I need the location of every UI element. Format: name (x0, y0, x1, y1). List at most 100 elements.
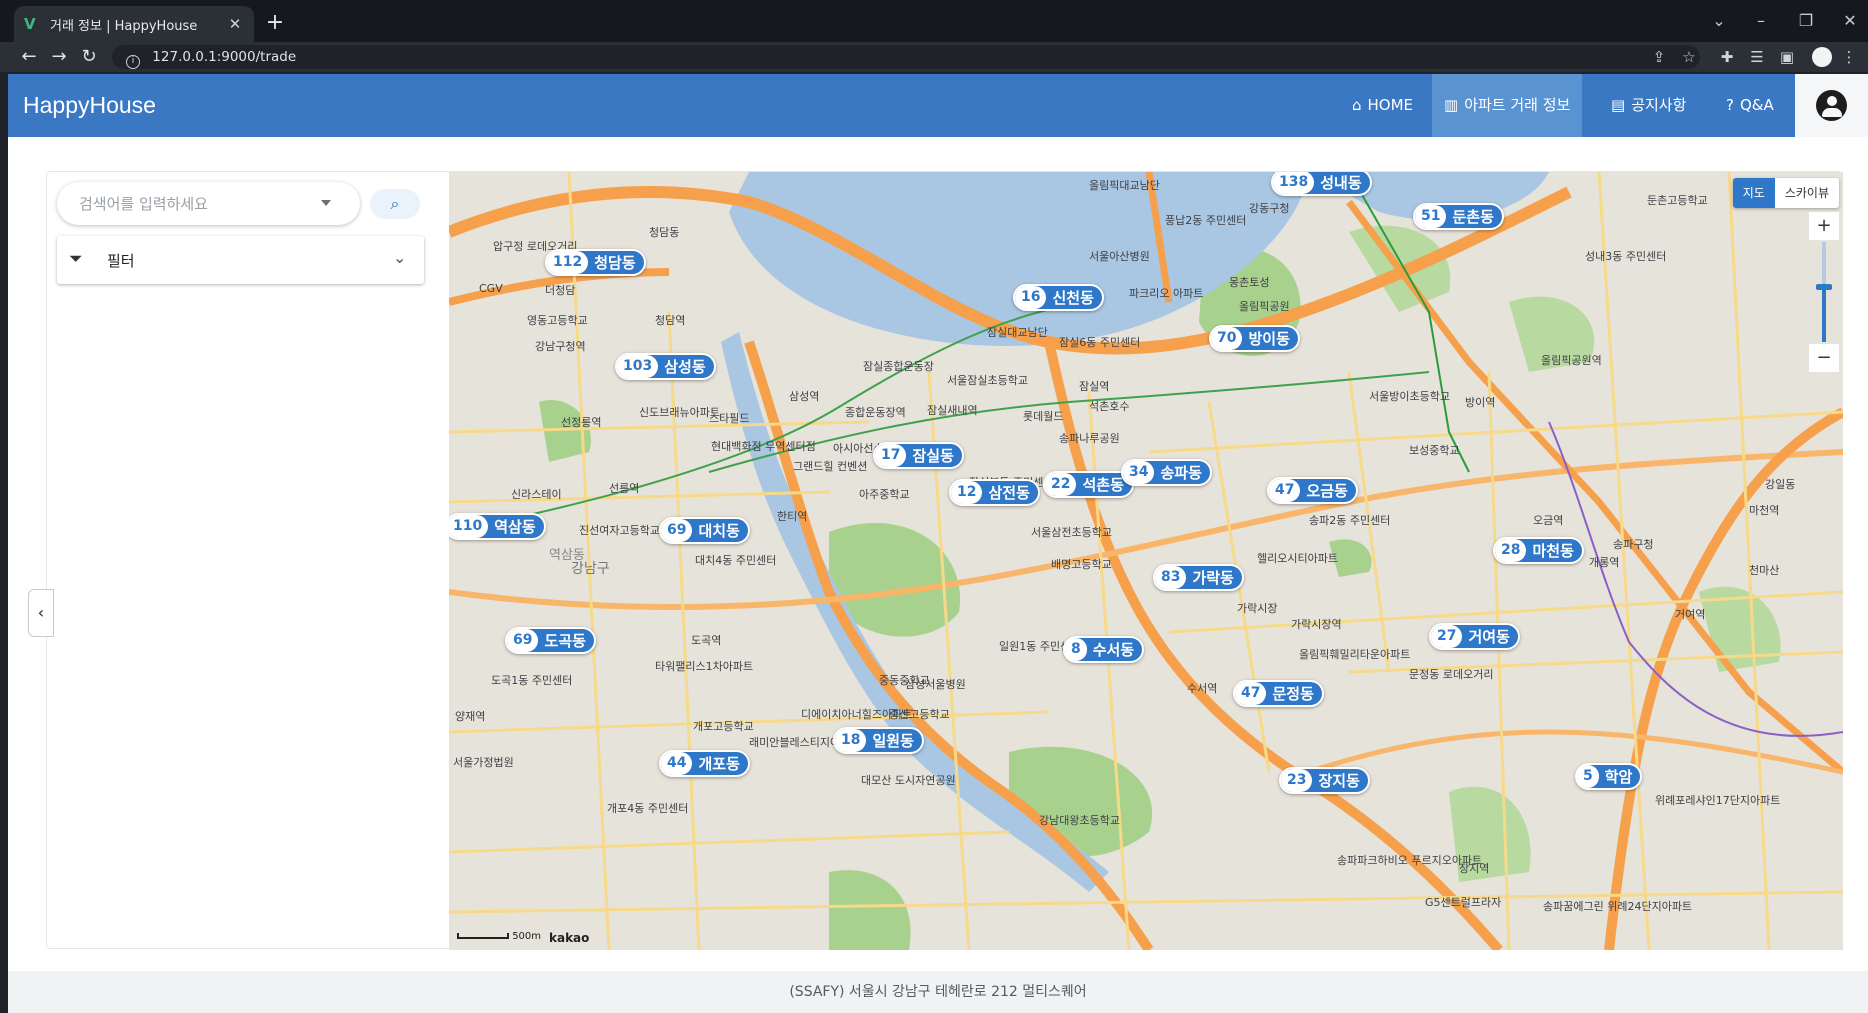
cluster-marker[interactable]: 83 가락동 (1153, 564, 1244, 591)
brand-logo[interactable]: HappyHouse (23, 74, 156, 137)
cluster-name: 가락동 (1192, 569, 1234, 587)
cluster-marker[interactable]: 12 삼전동 (949, 479, 1040, 506)
cluster-count: 16 (1015, 286, 1047, 309)
cluster-name: 장지동 (1318, 772, 1360, 790)
map-type-roadmap-button[interactable]: 지도 (1732, 178, 1775, 208)
cluster-marker[interactable]: 69 도곡동 (505, 627, 596, 654)
reading-list-icon[interactable]: ☰ (1746, 46, 1768, 68)
cluster-marker[interactable]: 44 개포동 (659, 750, 750, 777)
nav-apt-trade[interactable]: ▥ 아파트 거래 정보 (1432, 74, 1583, 137)
share-icon[interactable]: ⇪ (1648, 46, 1670, 68)
extensions-puzzle-icon[interactable]: ✚ (1716, 46, 1738, 68)
cluster-marker[interactable]: 112 청담동 (545, 249, 646, 276)
cluster-name: 오금동 (1306, 482, 1348, 500)
cluster-count: 138 (1273, 172, 1315, 194)
filter-label: 필터 (107, 252, 135, 270)
question-icon: ? (1726, 96, 1734, 114)
cluster-name: 일원동 (872, 732, 914, 750)
page-footer: (SSAFY) 서울시 강남구 테헤란로 212 멀티스퀘어 (8, 971, 1868, 1013)
account-button[interactable] (1795, 74, 1868, 137)
nav-notice-label: 공지사항 (1631, 96, 1687, 114)
kakao-map[interactable]: 강동구청 올림픽대교남단 풍납2동 주민센터 서울아산병원 몽촌토성 올림픽공원… (449, 172, 1843, 950)
nav-qna[interactable]: ? Q&A (1714, 74, 1786, 137)
back-arrow-icon[interactable]: ← (16, 45, 42, 69)
cluster-count: 17 (875, 444, 907, 467)
dropdown-caret-icon[interactable] (321, 200, 331, 206)
collapse-sidebar-chevron-left-icon[interactable]: ‹ (28, 589, 54, 637)
filter-expander[interactable]: ⏷ 필터 ⌄ (57, 236, 424, 284)
vue-favicon-icon: V (24, 15, 36, 33)
cluster-name: 거여동 (1468, 628, 1510, 646)
cluster-name: 송파동 (1160, 464, 1202, 482)
cluster-count: 69 (507, 629, 539, 652)
cluster-count: 8 (1065, 638, 1087, 661)
map-type-control: 지도 스카이뷰 (1732, 178, 1839, 208)
restore-window-button[interactable]: ❐ (1790, 8, 1822, 34)
cluster-marker[interactable]: 18 일원동 (833, 727, 924, 754)
cluster-marker[interactable]: 47 오금동 (1267, 477, 1358, 504)
cluster-marker[interactable]: 28 마천동 (1493, 537, 1584, 564)
cluster-name: 도곡동 (544, 632, 586, 650)
cluster-name: 방이동 (1248, 330, 1290, 348)
nav-apt-trade-label: 아파트 거래 정보 (1464, 96, 1571, 114)
cluster-marker[interactable]: 47 문정동 (1233, 680, 1324, 707)
new-tab-button[interactable]: + (262, 10, 288, 36)
filter-funnel-icon: ⏷ (69, 249, 83, 269)
notice-icon: ▤ (1611, 96, 1626, 114)
cluster-count: 12 (951, 481, 983, 504)
search-button[interactable]: ⌕ (370, 189, 420, 219)
cluster-marker[interactable]: 23 장지동 (1279, 767, 1370, 794)
zoom-in-button[interactable]: + (1809, 212, 1839, 240)
search-combobox[interactable] (57, 182, 360, 225)
site-info-icon[interactable]: i (126, 55, 140, 69)
cluster-name: 개포동 (698, 755, 740, 773)
browser-profile-avatar[interactable] (1812, 47, 1832, 67)
tab-title: 거래 정보 | HappyHouse (50, 18, 198, 34)
cluster-name: 신천동 (1052, 289, 1094, 307)
cluster-marker[interactable]: 70 방이동 (1209, 325, 1300, 352)
map-base-layer (449, 172, 1843, 950)
url-text: 127.0.0.1:9000/trade (152, 49, 297, 65)
cluster-marker[interactable]: 69 대치동 (659, 517, 750, 544)
nav-notice[interactable]: ▤ 공지사항 (1599, 74, 1698, 137)
bookmark-star-icon[interactable]: ☆ (1678, 46, 1700, 68)
cluster-marker[interactable]: 103 삼성동 (615, 353, 716, 380)
nav-home[interactable]: ⌂ HOME (1340, 74, 1425, 137)
side-panel-icon[interactable]: ▣ (1776, 46, 1798, 68)
map-scale-bar: 500m (457, 931, 541, 942)
cluster-marker[interactable]: 138 성내동 (1271, 172, 1372, 196)
cluster-count: 28 (1495, 539, 1527, 562)
map-type-skyview-button[interactable]: 스카이뷰 (1774, 178, 1839, 208)
cluster-count: 22 (1045, 473, 1077, 496)
cluster-name: 문정동 (1272, 685, 1314, 703)
cluster-count: 27 (1431, 625, 1463, 648)
close-tab-icon[interactable]: ✕ (226, 15, 244, 33)
account-icon-head (1827, 96, 1837, 106)
zoom-slider-handle[interactable] (1816, 284, 1832, 290)
kakao-logo[interactable]: kakao (549, 931, 589, 945)
reload-icon[interactable]: ↻ (76, 45, 102, 69)
cluster-marker[interactable]: 110 역삼동 (449, 513, 546, 540)
cluster-marker[interactable]: 51 둔촌동 (1413, 203, 1504, 230)
search-input[interactable] (79, 193, 309, 215)
address-bar[interactable]: i 127.0.0.1:9000/trade (112, 45, 1700, 69)
cluster-marker[interactable]: 17 잠실동 (873, 442, 964, 469)
forward-arrow-icon[interactable]: → (46, 45, 72, 69)
zoom-out-button[interactable]: − (1809, 344, 1839, 372)
cluster-marker[interactable]: 5 학암 (1575, 763, 1643, 790)
minimize-window-button[interactable]: – (1745, 8, 1777, 34)
cluster-marker[interactable]: 27 거여동 (1429, 623, 1520, 650)
cluster-name: 수서동 (1092, 641, 1135, 659)
cluster-count: 5 (1577, 765, 1599, 788)
cluster-marker[interactable]: 8 수서동 (1063, 636, 1145, 663)
cluster-count: 18 (835, 729, 867, 752)
cluster-name: 잠실동 (912, 447, 954, 465)
browser-menu-icon[interactable]: ⋮ (1838, 46, 1860, 68)
cluster-marker[interactable]: 34 송파동 (1121, 459, 1212, 486)
close-window-button[interactable]: ✕ (1834, 8, 1866, 34)
cluster-name: 마천동 (1532, 542, 1574, 560)
browser-toolbar: ← → ↻ i 127.0.0.1:9000/trade ⇪ ☆ ✚ ☰ ▣ ⋮ (0, 42, 1868, 72)
cluster-marker[interactable]: 16 신천동 (1013, 284, 1104, 311)
browser-tab[interactable]: V 거래 정보 | HappyHouse ✕ (14, 6, 254, 42)
tab-search-chevron-down-icon[interactable]: ⌄ (1703, 8, 1735, 34)
